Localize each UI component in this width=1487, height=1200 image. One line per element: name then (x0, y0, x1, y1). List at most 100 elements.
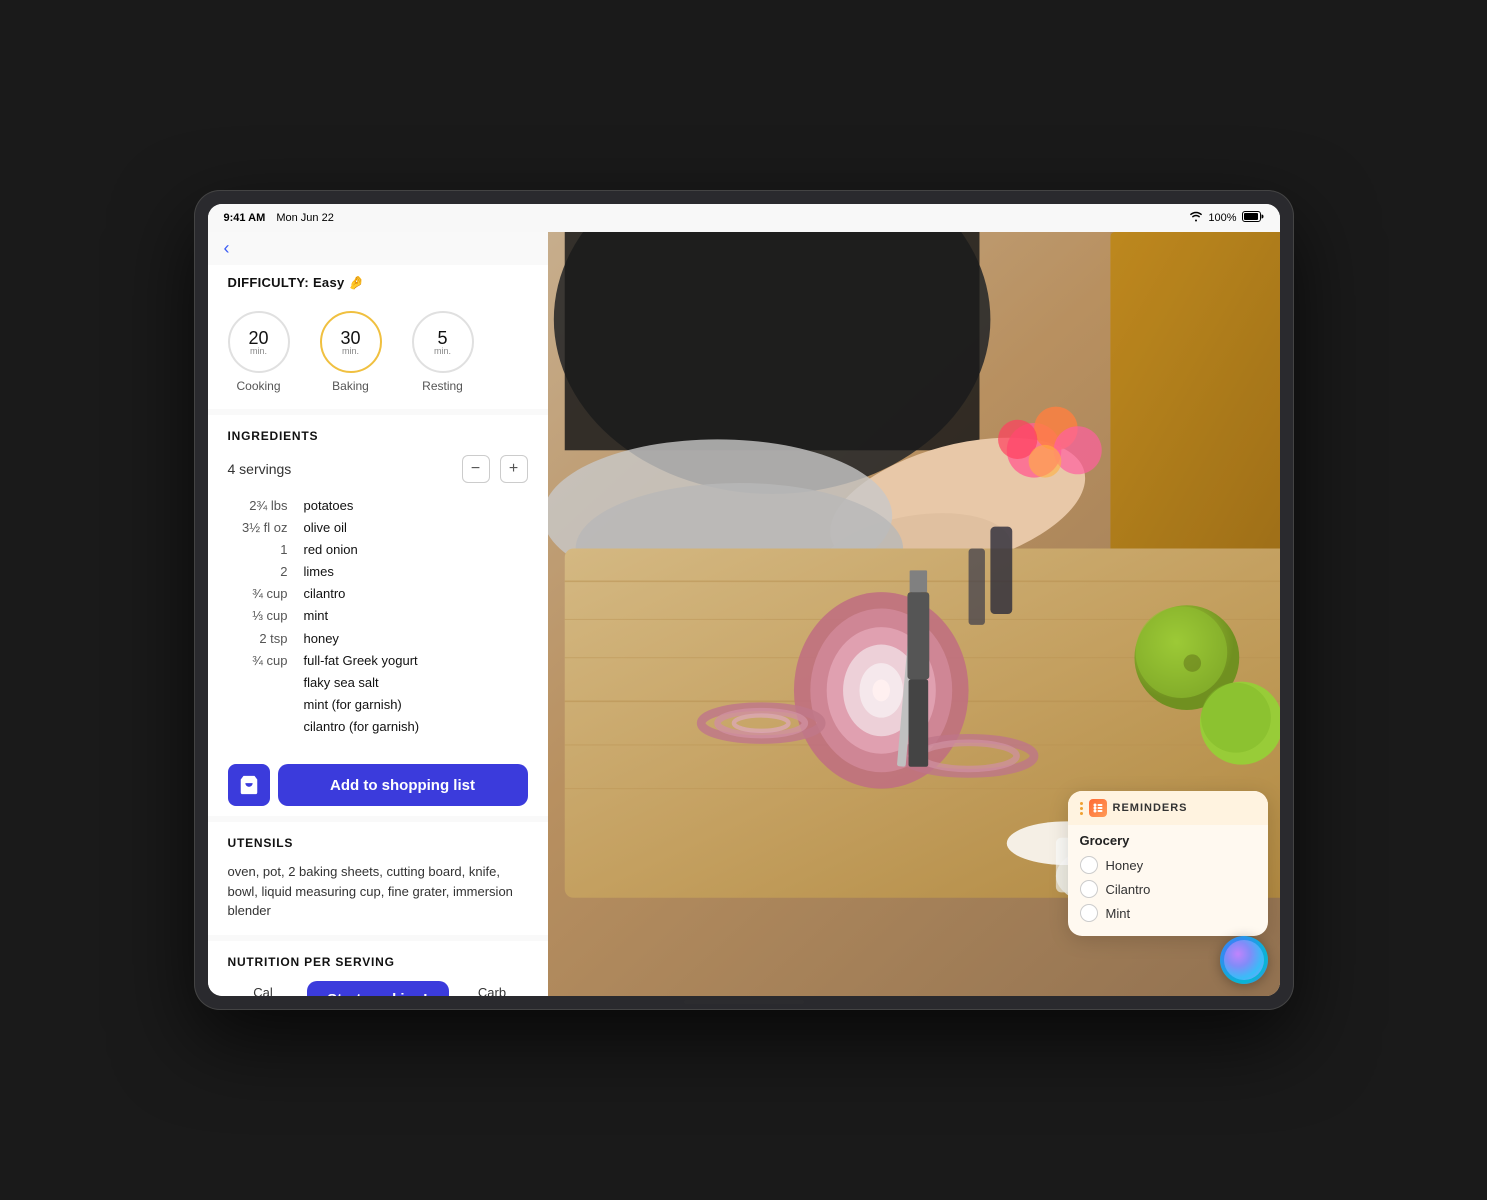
ingredient-amount: ¾ cup (228, 650, 288, 672)
difficulty-row: DIFFICULTY: Easy 🤌 (208, 265, 548, 299)
ingredient-amount (228, 672, 288, 694)
timer-resting-number: 5 (437, 329, 447, 347)
ingredient-name: mint (304, 605, 329, 627)
reminders-app-title: REMINDERS (1113, 802, 1188, 814)
reminders-drag-dots (1080, 802, 1083, 815)
timer-cooking: 20 min. Cooking (228, 311, 290, 393)
nutrition-cal: Cal 484 (228, 985, 299, 996)
timer-resting-label: Resting (422, 379, 463, 393)
ingredient-name: mint (for garnish) (304, 694, 402, 716)
carb-label: Carb (457, 985, 528, 996)
ingredient-amount: 2 (228, 561, 288, 583)
reminder-text: Honey (1106, 858, 1144, 873)
add-to-shopping-list-button[interactable]: Add to shopping list (278, 764, 528, 806)
cal-label: Cal (228, 985, 299, 996)
list-item: 2¾ lbs potatoes (228, 495, 528, 517)
ingredient-amount: ¾ cup (228, 583, 288, 605)
back-button[interactable]: ‹ (224, 240, 230, 257)
ipad-screen: 9:41 AM Mon Jun 22 100% (208, 204, 1280, 996)
timer-cooking-circle: 20 min. (228, 311, 290, 373)
shopping-section: Add to shopping list (208, 752, 548, 816)
ingredient-amount (228, 716, 288, 738)
wifi-icon (1189, 211, 1203, 225)
list-item: mint (for garnish) (228, 694, 528, 716)
ingredient-name: olive oil (304, 517, 347, 539)
status-left: 9:41 AM Mon Jun 22 (224, 212, 334, 224)
list-item: ⅓ cup mint (228, 605, 528, 627)
list-item: 1 red onion (228, 539, 528, 561)
reminder-checkbox[interactable] (1080, 904, 1098, 922)
servings-plus-btn[interactable]: + (500, 455, 528, 483)
status-date: Mon Jun 22 (276, 212, 333, 224)
ingredient-amount (228, 694, 288, 716)
list-item: Mint (1080, 904, 1256, 922)
nutrition-section: NUTRITION PER SERVING Cal 484 Start cook… (208, 941, 548, 996)
ingredients-list: 2¾ lbs potatoes 3½ fl oz olive oil 1 red… (228, 495, 528, 738)
timer-cooking-unit: min. (250, 347, 267, 356)
ingredient-name: flaky sea salt (304, 672, 379, 694)
left-panel: ‹ DIFFICULTY: Easy 🤌 20 min. Cookin (208, 232, 548, 996)
servings-row: 4 servings − + (228, 455, 528, 483)
reminder-checkbox[interactable] (1080, 856, 1098, 874)
list-item: ¾ cup cilantro (228, 583, 528, 605)
reminders-header: REMINDERS (1068, 791, 1268, 825)
utensils-section: UTENSILS oven, pot, 2 baking sheets, cut… (208, 822, 548, 935)
reminders-category: Grocery (1080, 833, 1256, 848)
ingredient-name: full-fat Greek yogurt (304, 650, 418, 672)
timer-baking-number: 30 (340, 329, 360, 347)
siri-orb (1224, 940, 1264, 980)
right-panel: STEP 3/4 (548, 232, 1280, 996)
nutrition-title: NUTRITION PER SERVING (228, 955, 528, 969)
ingredient-name: honey (304, 628, 339, 650)
ingredients-section: INGREDIENTS 4 servings − + 2¾ lbs potato… (208, 415, 548, 752)
timer-baking-unit: min. (342, 347, 359, 356)
nutrition-carb: Carb 45 g (457, 985, 528, 996)
ipad-frame: 9:41 AM Mon Jun 22 100% (194, 190, 1294, 1010)
timer-baking-label: Baking (332, 379, 369, 393)
list-item: 2 limes (228, 561, 528, 583)
servings-label: 4 servings (228, 461, 292, 477)
ingredient-amount: 3½ fl oz (228, 517, 288, 539)
servings-controls: − + (462, 455, 528, 483)
list-item: flaky sea salt (228, 672, 528, 694)
timer-cooking-number: 20 (248, 329, 268, 347)
ingredient-name: cilantro (for garnish) (304, 716, 420, 738)
ingredients-title: INGREDIENTS (228, 429, 528, 443)
reminders-card: REMINDERS Grocery Honey Cilantro (1068, 791, 1268, 936)
list-item: Honey (1080, 856, 1256, 874)
siri-button[interactable] (1220, 936, 1268, 984)
utensils-title: UTENSILS (228, 836, 528, 850)
reminder-checkbox[interactable] (1080, 880, 1098, 898)
timer-resting: 5 min. Resting (412, 311, 474, 393)
nav-row: ‹ (208, 232, 548, 265)
servings-minus-btn[interactable]: − (462, 455, 490, 483)
reminders-body: Grocery Honey Cilantro Mint (1068, 825, 1268, 936)
list-item: Cilantro (1080, 880, 1256, 898)
ingredient-name: cilantro (304, 583, 346, 605)
timer-resting-unit: min. (434, 347, 451, 356)
difficulty-label: DIFFICULTY: (228, 275, 310, 290)
shopping-cart-icon (238, 774, 260, 796)
battery-icon (1242, 211, 1264, 225)
shopping-icon-button[interactable] (228, 764, 270, 806)
ingredient-name: potatoes (304, 495, 354, 517)
list-item: cilantro (for garnish) (228, 716, 528, 738)
start-cooking-button[interactable]: Start cooking! (307, 981, 449, 996)
ingredient-amount: ⅓ cup (228, 605, 288, 627)
ingredient-amount: 1 (228, 539, 288, 561)
reminders-app-icon (1089, 799, 1107, 817)
list-item: 2 tsp honey (228, 628, 528, 650)
ingredient-amount: 2¾ lbs (228, 495, 288, 517)
difficulty-value: Easy 🤌 (313, 275, 365, 290)
timer-cooking-label: Cooking (236, 379, 280, 393)
timer-baking-circle: 30 min. (320, 311, 382, 373)
timer-baking: 30 min. Baking (320, 311, 382, 393)
main-content: ‹ DIFFICULTY: Easy 🤌 20 min. Cookin (208, 232, 1280, 996)
nutrition-row: Cal 484 Start cooking! Carb 45 g (228, 981, 528, 996)
reminder-text: Cilantro (1106, 882, 1151, 897)
utensils-text: oven, pot, 2 baking sheets, cutting boar… (228, 862, 528, 921)
list-item: 3½ fl oz olive oil (228, 517, 528, 539)
status-bar: 9:41 AM Mon Jun 22 100% (208, 204, 1280, 232)
battery-text: 100% (1208, 212, 1236, 224)
timer-resting-circle: 5 min. (412, 311, 474, 373)
